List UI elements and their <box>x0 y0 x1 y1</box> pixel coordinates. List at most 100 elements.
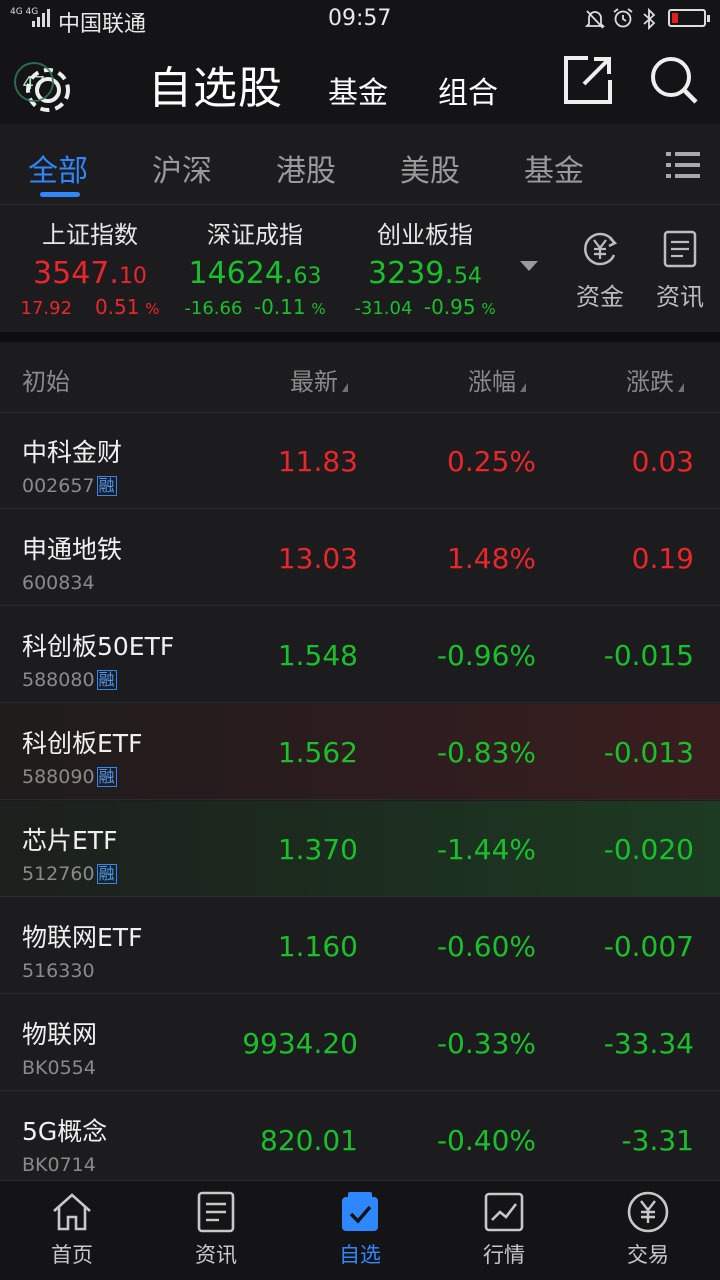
top-header: 47 自选股 基金 组合 <box>0 38 720 124</box>
index-change: -16.66 -0.11 % <box>184 295 326 319</box>
stock-name: 5G概念 <box>22 1117 108 1146</box>
stock-change-pct: -0.40% <box>436 1124 536 1157</box>
status-time: 09:57 <box>328 6 392 31</box>
table-row[interactable]: 物联网 BK0554 9934.20 -0.33% -33.34 <box>0 995 720 1091</box>
funds-flow-button[interactable]: 资金 <box>565 229 635 312</box>
stock-code: 516330 <box>22 960 95 982</box>
index-name: 深证成指 <box>207 221 303 249</box>
stock-name: 科创板50ETF <box>22 632 175 661</box>
settings-button[interactable]: 47 <box>8 48 74 114</box>
sort-icon <box>678 383 684 392</box>
nav-label: 自选 <box>339 1243 381 1267</box>
stock-price: 1.160 <box>277 930 358 963</box>
nav-watchlist[interactable]: 自选 <box>310 1189 410 1269</box>
stock-change: 0.03 <box>631 445 694 478</box>
nav-market[interactable]: 行情 <box>454 1189 554 1269</box>
stock-code: 588090 融 <box>22 766 117 788</box>
yen-cycle-icon <box>584 232 618 266</box>
bottom-navigation: 首页 资讯 自选 行情 交易 <box>0 1180 720 1280</box>
tab-fund[interactable]: 基金 <box>328 68 388 112</box>
nav-label: 行情 <box>483 1243 525 1267</box>
index-shenzhen[interactable]: 深证成指 14624.63 -16.66 -0.11 % <box>180 215 330 319</box>
stock-code: 588080 融 <box>22 669 117 691</box>
section-divider <box>0 332 720 342</box>
sort-initial[interactable]: 初始 <box>22 362 70 397</box>
index-shanghai[interactable]: 上证指数 3547.10 17.92 0.51 % <box>20 215 160 319</box>
sort-latest[interactable]: 最新 <box>290 362 348 397</box>
carrier-name: 中国联通 <box>58 12 147 37</box>
news-label: 资讯 <box>656 283 704 311</box>
stock-change-pct: 1.48% <box>447 542 536 575</box>
table-row[interactable]: 申通地铁 600834 13.03 1.48% 0.19 <box>0 510 720 606</box>
index-value: 3547.10 <box>33 256 147 291</box>
stock-name: 中科金财 <box>22 438 123 467</box>
index-chinext[interactable]: 创业板指 3239.54 -31.04 -0.95 % <box>350 215 500 319</box>
stock-change-pct: 0.25% <box>447 445 536 478</box>
mute-bell-icon <box>584 10 606 29</box>
stock-name: 物联网ETF <box>22 923 143 952</box>
market-chart-icon <box>484 1192 524 1232</box>
stock-change: -0.013 <box>603 736 694 769</box>
tab-hk[interactable]: 港股 <box>276 146 336 190</box>
nav-news[interactable]: 资讯 <box>166 1189 266 1269</box>
stock-price: 11.83 <box>277 445 358 478</box>
stock-price: 9934.20 <box>242 1027 358 1060</box>
expand-indexes-icon[interactable] <box>520 261 538 271</box>
stock-price: 1.370 <box>277 833 358 866</box>
home-icon <box>53 1193 91 1231</box>
market-index-strip: 上证指数 3547.10 17.92 0.51 % 深证成指 14624.63 … <box>0 204 720 333</box>
stock-code: BK0554 <box>22 1057 96 1079</box>
table-row[interactable]: 物联网ETF 516330 1.160 -0.60% -0.007 <box>0 898 720 994</box>
stock-change-pct: -0.60% <box>436 930 536 963</box>
status-bar: 4G 4G 中国联通 09:57 <box>0 0 720 38</box>
sort-icon <box>520 383 526 392</box>
index-change: 17.92 0.51 % <box>20 295 160 319</box>
sort-change[interactable]: 涨跌 <box>626 362 684 397</box>
index-name: 上证指数 <box>42 221 138 249</box>
document-icon <box>663 230 697 268</box>
stock-price: 1.562 <box>277 736 358 769</box>
tab-fund-cat[interactable]: 基金 <box>524 146 584 190</box>
stock-change-pct: -0.33% <box>436 1027 536 1060</box>
page-title[interactable]: 自选股 <box>148 52 283 116</box>
table-row[interactable]: 科创板50ETF 588080 融 1.548 -0.96% -0.015 <box>0 607 720 703</box>
tab-portfolio[interactable]: 组合 <box>438 68 498 112</box>
stock-code: 600834 <box>22 572 95 594</box>
active-tab-indicator <box>40 192 80 197</box>
tab-us[interactable]: 美股 <box>400 146 460 190</box>
app-root: 4G 4G 中国联通 09:57 47 自选股 基金 组合 全部 沪深 港股 美… <box>0 0 720 1280</box>
stock-change: -0.020 <box>603 833 694 866</box>
stock-code: 002657 融 <box>22 475 117 497</box>
news-button[interactable]: 资讯 <box>645 229 715 312</box>
nav-home[interactable]: 首页 <box>22 1189 122 1269</box>
funds-label: 资金 <box>576 283 624 311</box>
search-icon[interactable] <box>648 54 700 106</box>
index-change: -31.04 -0.95 % <box>354 295 496 319</box>
margin-badge: 融 <box>96 670 117 690</box>
stock-change-pct: -0.96% <box>436 639 536 672</box>
nav-trade[interactable]: 交易 <box>598 1189 698 1269</box>
margin-badge: 融 <box>96 864 117 884</box>
stock-name: 芯片ETF <box>22 826 118 855</box>
table-row[interactable]: 科创板ETF 588090 融 1.562 -0.83% -0.013 <box>0 704 720 800</box>
list-menu-icon[interactable] <box>666 152 700 178</box>
stock-price: 820.01 <box>260 1124 358 1157</box>
sort-change-pct[interactable]: 涨幅 <box>468 362 526 397</box>
tab-all[interactable]: 全部 <box>28 146 88 190</box>
table-row[interactable]: 中科金财 002657 融 11.83 0.25% 0.03 <box>0 413 720 509</box>
stock-change: -33.34 <box>603 1027 694 1060</box>
table-row[interactable]: 芯片ETF 512760 融 1.370 -1.44% -0.020 <box>0 801 720 897</box>
bluetooth-icon <box>643 8 656 30</box>
nav-label: 交易 <box>627 1243 669 1267</box>
stock-change: -3.31 <box>621 1124 694 1157</box>
stock-change: 0.19 <box>631 542 694 575</box>
share-export-icon[interactable] <box>562 54 614 106</box>
sort-icon <box>342 383 348 392</box>
margin-badge: 融 <box>96 476 117 496</box>
table-row[interactable]: 5G概念 BK0714 820.01 -0.40% -3.31 <box>0 1092 720 1188</box>
stock-name: 物联网 <box>22 1020 98 1049</box>
tab-sh-sz[interactable]: 沪深 <box>152 146 212 190</box>
index-value: 14624.63 <box>188 256 322 291</box>
watchlist-icon <box>342 1192 378 1231</box>
margin-badge: 融 <box>96 767 117 787</box>
